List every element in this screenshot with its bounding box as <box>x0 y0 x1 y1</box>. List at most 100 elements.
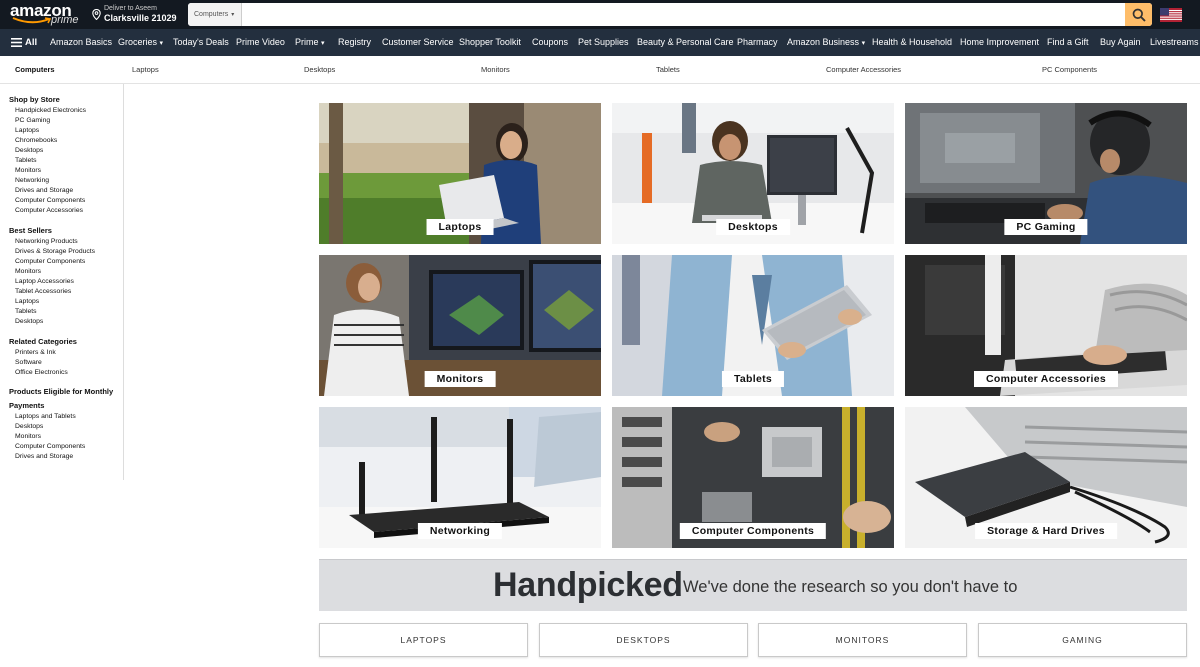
subnav-computers[interactable]: Computers <box>15 56 55 84</box>
sidebar-link[interactable]: Software <box>15 359 42 366</box>
handpicked-gaming-button[interactable]: GAMING <box>978 623 1187 657</box>
tile-label: Laptops <box>426 219 494 235</box>
tile-label: PC Gaming <box>1004 219 1088 235</box>
tile-label: Computer Accessories <box>974 371 1118 387</box>
subnav-desktops[interactable]: Desktops <box>304 56 335 84</box>
amazon-prime-logo[interactable]: amazon prime <box>10 2 80 27</box>
sidebar-link[interactable]: Laptops and Tablets <box>15 413 76 420</box>
top-header: amazon prime Deliver to Aseem Clarksvill… <box>0 0 1200 29</box>
nav-item-coupons[interactable]: Coupons <box>532 29 568 56</box>
nav-item-shopper-toolkit[interactable]: Shopper Toolkit <box>459 29 521 56</box>
chevron-down-icon: ▾ <box>861 40 866 47</box>
sidebar-link[interactable]: Laptop Accessories <box>15 278 74 285</box>
sidebar-link[interactable]: Monitors <box>15 433 41 440</box>
search-category-value: Computers <box>194 11 229 18</box>
all-menu-button[interactable]: All <box>11 29 37 56</box>
sidebar-link[interactable]: PC Gaming <box>15 117 50 124</box>
category-tile-laptops[interactable]: Laptops <box>319 103 601 244</box>
category-tile-networking[interactable]: Networking <box>319 407 601 548</box>
search-input[interactable] <box>243 3 1125 26</box>
sidebar-link[interactable]: Desktops <box>15 423 43 430</box>
nav-item-label: Amazon Business <box>787 37 860 47</box>
location-pin-icon <box>92 9 101 20</box>
category-tile-monitors[interactable]: Monitors <box>319 255 601 396</box>
nav-item-pet-supplies[interactable]: Pet Supplies <box>578 29 629 56</box>
category-tile-computer-components[interactable]: Computer Components <box>612 407 894 548</box>
all-label: All <box>25 37 38 48</box>
category-tile-storage-hard-drives[interactable]: Storage & Hard Drives <box>905 407 1187 548</box>
sidebar-link[interactable]: Networking <box>15 177 49 184</box>
sidebar-link[interactable]: Printers & Ink <box>15 349 56 356</box>
search-category-dropdown[interactable]: Computers ▾ <box>188 3 242 26</box>
sidebar-link[interactable]: Laptops <box>15 127 39 134</box>
chevron-down-icon: ▾ <box>159 40 164 47</box>
category-tile-tablets[interactable]: Tablets <box>612 255 894 396</box>
category-tile-pc-gaming[interactable]: PC Gaming <box>905 103 1187 244</box>
deliver-location: Clarksville 21029 <box>104 13 177 23</box>
nav-item-beauty[interactable]: Beauty & Personal Care <box>637 29 734 56</box>
sidebar-link[interactable]: Monitors <box>15 167 41 174</box>
category-tile-desktops[interactable]: Desktops <box>612 103 894 244</box>
sidebar-link[interactable]: Tablets <box>15 157 37 164</box>
sidebar-link[interactable]: Tablets <box>15 308 37 315</box>
search-icon <box>1132 8 1146 22</box>
nav-item-registry[interactable]: Registry <box>338 29 371 56</box>
subnav-pc-components[interactable]: PC Components <box>1042 56 1097 84</box>
category-tile-computer-accessories[interactable]: Computer Accessories <box>905 255 1187 396</box>
sidebar-link[interactable]: Tablet Accessories <box>15 288 71 295</box>
sidebar-link[interactable]: Office Electronics <box>15 369 68 376</box>
tile-label: Desktops <box>716 219 790 235</box>
handpicked-banner[interactable]: Handpicked We've done the research so yo… <box>319 559 1187 611</box>
sidebar-link[interactable]: Laptops <box>15 298 39 305</box>
nav-item-health-household[interactable]: Health & Household <box>872 29 952 56</box>
handpicked-desktops-button[interactable]: DESKTOPS <box>539 623 748 657</box>
tile-label: Networking <box>417 523 503 539</box>
sidebar-link[interactable]: Computer Accessories <box>15 207 83 214</box>
nav-item-customer-service[interactable]: Customer Service <box>382 29 454 56</box>
nav-item-label: Groceries <box>118 37 158 47</box>
search-button[interactable] <box>1125 3 1152 26</box>
nav-item-buy-again[interactable]: Buy Again <box>1100 29 1141 56</box>
nav-item-livestreams[interactable]: Livestreams <box>1150 29 1199 56</box>
subnav-computer-accessories[interactable]: Computer Accessories <box>826 56 901 84</box>
chevron-down-icon: ▾ <box>321 40 325 47</box>
nav-item-label: Prime <box>295 37 319 47</box>
handpicked-laptops-button[interactable]: LAPTOPS <box>319 623 528 657</box>
sidebar-link[interactable]: Computer Components <box>15 197 85 204</box>
sidebar-link[interactable]: Desktops <box>15 318 43 325</box>
nav-item-amazon-basics[interactable]: Amazon Basics <box>50 29 112 56</box>
nav-item-find-a-gift[interactable]: Find a Gift <box>1047 29 1089 56</box>
subnav-monitors[interactable]: Monitors <box>481 56 510 84</box>
banner-subtitle: We've done the research so you don't hav… <box>683 578 1018 596</box>
sidebar-link[interactable]: Drives and Storage <box>15 187 73 194</box>
nav-item-prime-video[interactable]: Prime Video <box>236 29 285 56</box>
category-subnav: Computers Laptops Desktops Monitors Tabl… <box>0 56 1200 84</box>
sidebar-link[interactable]: Computer Components <box>15 443 85 450</box>
sidebar-link[interactable]: Monitors <box>15 268 41 275</box>
nav-item-pharmacy[interactable]: Pharmacy <box>737 29 778 56</box>
sidebar-link[interactable]: Desktops <box>15 147 43 154</box>
handpicked-monitors-button[interactable]: MONITORS <box>758 623 967 657</box>
sidebar-link[interactable]: Handpicked Electronics <box>15 107 86 114</box>
sidebar-link[interactable]: Drives and Storage <box>15 453 73 460</box>
sidebar-heading-best-sellers: Best Sellers <box>9 226 52 235</box>
nav-item-groceries[interactable]: Groceries ▾ <box>118 29 163 56</box>
us-flag-icon[interactable] <box>1160 8 1182 22</box>
logo-smile-icon <box>12 17 52 24</box>
sidebar-link[interactable]: Chromebooks <box>15 137 57 144</box>
subnav-laptops[interactable]: Laptops <box>132 56 159 84</box>
nav-item-amazon-business[interactable]: Amazon Business ▾ <box>787 29 865 56</box>
logo-prime-text: prime <box>51 14 79 26</box>
sidebar-link[interactable]: Computer Components <box>15 258 85 265</box>
tile-label: Storage & Hard Drives <box>975 523 1117 539</box>
search-bar: Computers ▾ <box>188 3 1152 26</box>
subnav-tablets[interactable]: Tablets <box>656 56 680 84</box>
sidebar-heading-shop-by-store: Shop by Store <box>9 95 60 104</box>
nav-item-home-improvement[interactable]: Home Improvement <box>960 29 1039 56</box>
nav-item-todays-deals[interactable]: Today's Deals <box>173 29 229 56</box>
nav-item-prime[interactable]: Prime ▾ <box>295 29 325 56</box>
sidebar-link[interactable]: Drives & Storage Products <box>15 248 95 255</box>
chevron-down-icon: ▾ <box>231 12 235 18</box>
sidebar-link[interactable]: Networking Products <box>15 238 78 245</box>
sidebar-heading-related-categories: Related Categories <box>9 337 77 346</box>
